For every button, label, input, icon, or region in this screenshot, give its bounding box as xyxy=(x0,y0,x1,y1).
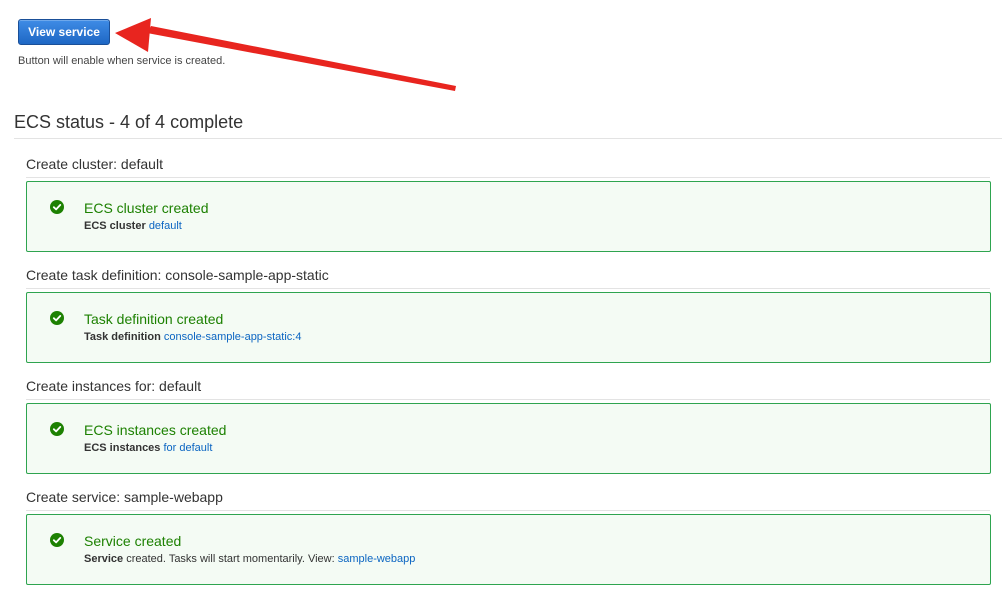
detail-label: ECS instances xyxy=(84,442,161,454)
button-note: Button will enable when service is creat… xyxy=(18,55,226,67)
instances-link[interactable]: for default xyxy=(163,442,212,454)
group-title-cluster: Create cluster: default xyxy=(26,156,990,178)
check-circle-icon xyxy=(50,533,64,547)
status-title: Service created xyxy=(84,533,182,549)
status-title: ECS cluster created xyxy=(84,200,209,216)
status-detail: Task definition console-sample-app-stati… xyxy=(84,331,301,343)
detail-label: ECS cluster xyxy=(84,220,146,232)
status-detail: ECS instances for default xyxy=(84,442,212,454)
group-title-service: Create service: sample-webapp xyxy=(26,489,990,511)
status-box-service: Service created Service created. Tasks w… xyxy=(26,514,991,585)
task-definition-link[interactable]: console-sample-app-static:4 xyxy=(164,331,302,343)
status-box-instances: ECS instances created ECS instances for … xyxy=(26,403,991,474)
detail-label: Service xyxy=(84,553,124,565)
detail-text: created. Tasks will start momentarily. V… xyxy=(123,553,338,565)
view-service-button[interactable]: View service xyxy=(18,19,110,45)
service-link[interactable]: sample-webapp xyxy=(338,553,416,565)
ecs-status-title: ECS status - 4 of 4 complete xyxy=(14,112,1002,139)
detail-label: Task definition xyxy=(84,331,161,343)
status-box-cluster: ECS cluster created ECS cluster default xyxy=(26,181,991,252)
cluster-link[interactable]: default xyxy=(149,220,182,232)
status-title: ECS instances created xyxy=(84,422,227,438)
check-circle-icon xyxy=(50,422,64,436)
view-service-area: View service xyxy=(18,19,110,45)
status-detail: Service created. Tasks will start moment… xyxy=(84,553,415,565)
status-detail: ECS cluster default xyxy=(84,220,182,232)
status-title: Task definition created xyxy=(84,311,224,327)
check-circle-icon xyxy=(50,311,64,325)
group-title-task-definition: Create task definition: console-sample-a… xyxy=(26,267,990,289)
status-box-task-definition: Task definition created Task definition … xyxy=(26,292,991,363)
check-circle-icon xyxy=(50,200,64,214)
group-title-instances: Create instances for: default xyxy=(26,378,990,400)
